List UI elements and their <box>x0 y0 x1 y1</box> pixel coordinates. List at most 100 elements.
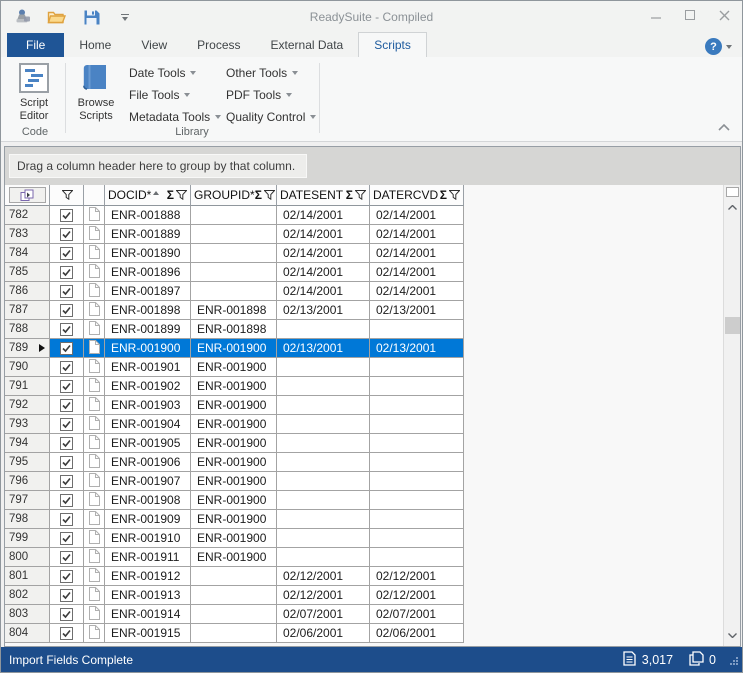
docid-cell[interactable]: ENR-001905 <box>105 434 191 453</box>
document-icon-cell[interactable] <box>84 358 105 377</box>
datesent-cell[interactable]: 02/14/2001 <box>277 263 370 282</box>
groupid-cell[interactable]: ENR-001900 <box>191 453 277 472</box>
groupid-cell[interactable] <box>191 206 277 225</box>
row-checkbox[interactable] <box>60 341 73 355</box>
row-number-cell[interactable]: 788 <box>5 320 50 339</box>
row-number-cell[interactable]: 785 <box>5 263 50 282</box>
row-number-cell[interactable]: 787 <box>5 301 50 320</box>
tab-home[interactable]: Home <box>64 33 126 57</box>
datesent-cell[interactable]: 02/14/2001 <box>277 282 370 301</box>
datesent-cell[interactable]: 02/14/2001 <box>277 206 370 225</box>
row-checkbox[interactable] <box>60 474 73 488</box>
groupid-cell[interactable]: ENR-001900 <box>191 491 277 510</box>
groupid-cell[interactable] <box>191 282 277 301</box>
table-row[interactable]: 803 ENR-001914 02/07/2001 02/07/2001 <box>5 605 740 624</box>
tab-view[interactable]: View <box>126 33 182 57</box>
datercvd-cell[interactable]: 02/07/2001 <box>370 605 464 624</box>
row-number-cell[interactable]: 801 <box>5 567 50 586</box>
row-number-cell[interactable]: 791 <box>5 377 50 396</box>
row-number-cell[interactable]: 803 <box>5 605 50 624</box>
table-row[interactable]: 792 ENR-001903 ENR-001900 <box>5 396 740 415</box>
datesent-cell[interactable] <box>277 415 370 434</box>
row-number-cell[interactable]: 793 <box>5 415 50 434</box>
datesent-cell[interactable]: 02/07/2001 <box>277 605 370 624</box>
checkbox-cell[interactable] <box>50 339 84 358</box>
table-row[interactable]: 795 ENR-001906 ENR-001900 <box>5 453 740 472</box>
datercvd-cell[interactable]: 02/14/2001 <box>370 225 464 244</box>
datercvd-cell[interactable]: 02/12/2001 <box>370 586 464 605</box>
row-number-cell[interactable]: 790 <box>5 358 50 377</box>
groupid-cell[interactable]: ENR-001900 <box>191 396 277 415</box>
datercvd-cell[interactable]: 02/06/2001 <box>370 624 464 643</box>
pdf-tools-menu[interactable]: PDF Tools <box>226 87 316 102</box>
checkbox-cell[interactable] <box>50 624 84 643</box>
close-icon[interactable] <box>707 2 741 28</box>
row-number-cell[interactable]: 797 <box>5 491 50 510</box>
table-row[interactable]: 790 ENR-001901 ENR-001900 <box>5 358 740 377</box>
table-row[interactable]: 786 ENR-001897 02/14/2001 02/14/2001 <box>5 282 740 301</box>
datercvd-cell[interactable]: 02/14/2001 <box>370 244 464 263</box>
row-checkbox[interactable] <box>60 227 73 241</box>
groupid-cell[interactable]: ENR-001900 <box>191 529 277 548</box>
row-checkbox[interactable] <box>60 379 73 393</box>
document-icon-cell[interactable] <box>84 282 105 301</box>
docid-cell[interactable]: ENR-001897 <box>105 282 191 301</box>
datesent-cell[interactable] <box>277 320 370 339</box>
table-row[interactable]: 787 ENR-001898 ENR-001898 02/13/2001 02/13/2… <box>5 301 740 320</box>
groupid-cell[interactable] <box>191 567 277 586</box>
checkbox-cell[interactable] <box>50 491 84 510</box>
resize-grip-icon[interactable] <box>729 655 739 669</box>
row-number-cell[interactable]: 782 <box>5 206 50 225</box>
column-header-docid[interactable]: DOCID* Σ <box>105 185 191 206</box>
scroll-up-icon[interactable] <box>724 199 741 216</box>
column-header-groupid[interactable]: GROUPID* Σ <box>191 185 277 206</box>
row-number-cell[interactable]: 786 <box>5 282 50 301</box>
document-icon-cell[interactable] <box>84 415 105 434</box>
groupid-cell[interactable]: ENR-001898 <box>191 301 277 320</box>
row-checkbox[interactable] <box>60 569 73 583</box>
checkbox-cell[interactable] <box>50 206 84 225</box>
row-number-cell[interactable]: 804 <box>5 624 50 643</box>
datesent-cell[interactable]: 02/14/2001 <box>277 244 370 263</box>
table-row[interactable]: 784 ENR-001890 02/14/2001 02/14/2001 <box>5 244 740 263</box>
row-number-cell[interactable]: 799 <box>5 529 50 548</box>
row-checkbox[interactable] <box>60 265 73 279</box>
docid-cell[interactable]: ENR-001896 <box>105 263 191 282</box>
checkbox-cell[interactable] <box>50 358 84 377</box>
datesent-cell[interactable] <box>277 529 370 548</box>
row-checkbox[interactable] <box>60 398 73 412</box>
checkbox-cell[interactable] <box>50 244 84 263</box>
row-checkbox[interactable] <box>60 303 73 317</box>
file-tools-menu[interactable]: File Tools <box>129 87 221 102</box>
row-number-cell[interactable]: 802 <box>5 586 50 605</box>
groupid-cell[interactable] <box>191 624 277 643</box>
tab-scripts[interactable]: Scripts <box>358 32 427 57</box>
table-row[interactable]: 801 ENR-001912 02/12/2001 02/12/2001 <box>5 567 740 586</box>
document-icon-cell[interactable] <box>84 548 105 567</box>
table-row[interactable]: 783 ENR-001889 02/14/2001 02/14/2001 <box>5 225 740 244</box>
datercvd-cell[interactable] <box>370 529 464 548</box>
checkbox-cell[interactable] <box>50 529 84 548</box>
table-row[interactable]: 804 ENR-001915 02/06/2001 02/06/2001 <box>5 624 740 643</box>
checkbox-cell[interactable] <box>50 225 84 244</box>
row-number-cell[interactable]: 796 <box>5 472 50 491</box>
row-checkbox[interactable] <box>60 322 73 336</box>
groupid-cell[interactable]: ENR-001900 <box>191 472 277 491</box>
checkbox-cell[interactable] <box>50 586 84 605</box>
docid-cell[interactable]: ENR-001904 <box>105 415 191 434</box>
checkbox-cell[interactable] <box>50 396 84 415</box>
grid-customize-button[interactable] <box>8 187 46 203</box>
groupid-cell[interactable] <box>191 225 277 244</box>
datesent-cell[interactable] <box>277 491 370 510</box>
script-editor-button[interactable]: Script Editor <box>9 61 59 123</box>
table-row[interactable]: 797 ENR-001908 ENR-001900 <box>5 491 740 510</box>
table-row[interactable]: 793 ENR-001904 ENR-001900 <box>5 415 740 434</box>
sum-icon[interactable]: Σ <box>440 188 447 202</box>
datercvd-cell[interactable] <box>370 491 464 510</box>
document-icon-cell[interactable] <box>84 567 105 586</box>
minimize-icon[interactable] <box>639 2 673 28</box>
document-icon-cell[interactable] <box>84 320 105 339</box>
table-row[interactable]: 802 ENR-001913 02/12/2001 02/12/2001 <box>5 586 740 605</box>
datercvd-cell[interactable]: 02/13/2001 <box>370 301 464 320</box>
column-header-datesent[interactable]: DATESENT Σ <box>277 185 370 206</box>
